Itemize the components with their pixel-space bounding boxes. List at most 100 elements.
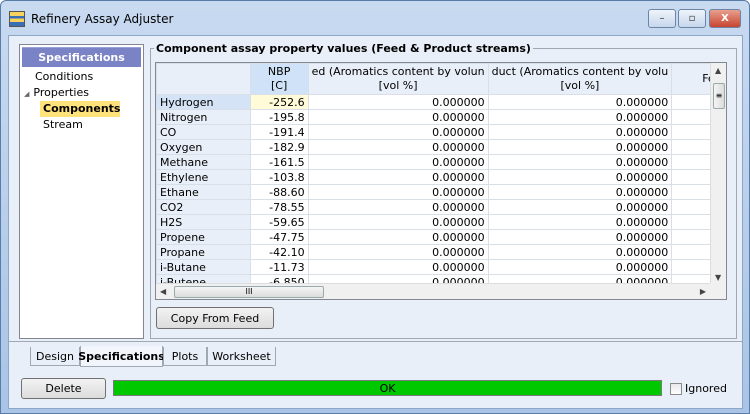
cell-product-aromatics[interactable]: 0.000000	[487, 124, 673, 140]
table-row: Propane -42.10 0.000000 0.000000	[156, 244, 726, 260]
cell-product-aromatics[interactable]: 0.000000	[487, 229, 673, 245]
row-header[interactable]: Methane	[156, 154, 251, 170]
column-name: NBP	[267, 65, 291, 78]
row-header[interactable]: CO	[156, 124, 251, 140]
tab-design[interactable]: Design	[30, 347, 80, 366]
cell-nbp[interactable]: -182.9	[249, 139, 309, 155]
expander-icon[interactable]: ◢	[24, 90, 29, 98]
table-row: CO -191.4 0.000000 0.000000	[156, 124, 726, 140]
column-name: ed (Aromatics content by volun	[311, 65, 485, 78]
cell-product-aromatics[interactable]: 0.000000	[487, 94, 673, 110]
cell-feed-aromatics[interactable]: 0.000000	[307, 109, 489, 125]
cell-feed-aromatics[interactable]: 0.000000	[307, 139, 489, 155]
scroll-up-icon[interactable]: ▲	[715, 66, 721, 75]
cell-feed-aromatics[interactable]: 0.000000	[307, 94, 489, 110]
cell-nbp[interactable]: -252.6	[249, 94, 309, 110]
cell-feed-aromatics[interactable]: 0.000000	[307, 154, 489, 170]
window-body: Specifications Conditions ◢ Properties Co…	[8, 35, 743, 409]
row-header[interactable]: Hydrogen	[156, 94, 251, 110]
cell-nbp[interactable]: -59.65	[249, 214, 309, 230]
tree-item-label: Properties	[33, 86, 89, 99]
maximize-button[interactable]: ▫	[678, 9, 706, 28]
cell-feed-aromatics[interactable]: 0.000000	[307, 244, 489, 260]
row-header[interactable]: Propane	[156, 244, 251, 260]
copy-from-feed-button[interactable]: Copy From Feed	[156, 307, 274, 329]
table-row: H2S -59.65 0.000000 0.000000	[156, 214, 726, 230]
row-header[interactable]: H2S	[156, 214, 251, 230]
cell-feed-aromatics[interactable]: 0.000000	[307, 199, 489, 215]
row-header[interactable]: Ethylene	[156, 169, 251, 185]
assay-table: NBP [C] ed (Aromatics content by volun [vo…	[156, 63, 726, 290]
cell-nbp[interactable]: -161.5	[249, 154, 309, 170]
row-header[interactable]: CO2	[156, 199, 251, 215]
app-window: Refinery Assay Adjuster – ▫ X Specificat…	[0, 0, 750, 414]
ignored-label: Ignored	[685, 382, 727, 395]
scroll-down-icon[interactable]: ▼	[715, 273, 721, 282]
tree-item-stream[interactable]: Stream	[20, 117, 143, 133]
cell-feed-aromatics[interactable]: 0.000000	[307, 214, 489, 230]
cell-nbp[interactable]: -11.73	[249, 259, 309, 275]
table-row: Ethylene -103.8 0.000000 0.000000	[156, 169, 726, 185]
scroll-left-icon[interactable]: ◀	[160, 287, 166, 296]
checkbox-icon[interactable]	[670, 382, 682, 395]
scroll-thumb-horizontal[interactable]: III	[174, 286, 324, 298]
column-header-feed-aromatics[interactable]: ed (Aromatics content by volun [vol %]	[307, 63, 489, 95]
column-unit: [vol %]	[378, 79, 418, 92]
cell-feed-aromatics[interactable]: 0.000000	[307, 184, 489, 200]
cell-nbp[interactable]: -191.4	[249, 124, 309, 140]
cell-product-aromatics[interactable]: 0.000000	[487, 184, 673, 200]
tab-worksheet[interactable]: Worksheet	[207, 347, 276, 366]
title-bar: Refinery Assay Adjuster	[9, 9, 173, 29]
column-header-nbp[interactable]: NBP [C]	[249, 63, 309, 95]
cell-feed-aromatics[interactable]: 0.000000	[307, 124, 489, 140]
column-header-product-aromatics[interactable]: duct (Aromatics content by volu [vol %]	[487, 63, 673, 95]
cell-feed-aromatics[interactable]: 0.000000	[307, 259, 489, 275]
window-title: Refinery Assay Adjuster	[31, 12, 174, 26]
close-button[interactable]: X	[709, 9, 741, 28]
tree-item-components[interactable]: Components	[40, 101, 120, 117]
cell-product-aromatics[interactable]: 0.000000	[487, 169, 673, 185]
row-header[interactable]: Oxygen	[156, 139, 251, 155]
row-header[interactable]: Propene	[156, 229, 251, 245]
cell-product-aromatics[interactable]: 0.000000	[487, 244, 673, 260]
table-row: Methane -161.5 0.000000 0.000000	[156, 154, 726, 170]
horizontal-scrollbar[interactable]: ◀ III ▶	[156, 283, 712, 299]
cell-nbp[interactable]: -78.55	[249, 199, 309, 215]
cell-product-aromatics[interactable]: 0.000000	[487, 259, 673, 275]
cell-product-aromatics[interactable]: 0.000000	[487, 109, 673, 125]
scroll-thumb-vertical[interactable]: ≡	[713, 83, 725, 109]
cell-product-aromatics[interactable]: 0.000000	[487, 154, 673, 170]
cell-product-aromatics[interactable]: 0.000000	[487, 139, 673, 155]
group-label: Component assay property values (Feed & …	[154, 42, 533, 55]
table-row: Ethane -88.60 0.000000 0.000000	[156, 184, 726, 200]
cell-product-aromatics[interactable]: 0.000000	[487, 199, 673, 215]
tree-item-properties[interactable]: ◢ Properties	[20, 85, 143, 101]
cell-nbp[interactable]: -88.60	[249, 184, 309, 200]
row-header[interactable]: Nitrogen	[156, 109, 251, 125]
corner-header	[156, 63, 251, 95]
delete-button[interactable]: Delete	[21, 378, 106, 399]
ignored-checkbox[interactable]: Ignored	[670, 382, 727, 395]
cell-nbp[interactable]: -42.10	[249, 244, 309, 260]
tab-specifications[interactable]: Specifications	[78, 346, 165, 367]
tree-header[interactable]: Specifications	[22, 47, 141, 67]
vertical-scrollbar[interactable]: ▲ ≡ ▼	[710, 63, 726, 285]
row-header[interactable]: Ethane	[156, 184, 251, 200]
cell-product-aromatics[interactable]: 0.000000	[487, 214, 673, 230]
tab-plots[interactable]: Plots	[163, 347, 207, 366]
app-icon	[9, 11, 25, 27]
assay-grid[interactable]: NBP [C] ed (Aromatics content by volun [vo…	[155, 62, 727, 300]
scroll-right-icon[interactable]: ▶	[700, 287, 706, 296]
tree-item-conditions[interactable]: Conditions	[20, 69, 143, 85]
cell-feed-aromatics[interactable]: 0.000000	[307, 229, 489, 245]
tab-bar: Design Specifications Plots Worksheet	[9, 341, 742, 367]
minimize-button[interactable]: –	[648, 9, 676, 28]
row-header[interactable]: i-Butane	[156, 259, 251, 275]
cell-nbp[interactable]: -103.8	[249, 169, 309, 185]
scroll-corner	[710, 283, 726, 299]
cell-nbp[interactable]: -47.75	[249, 229, 309, 245]
cell-feed-aromatics[interactable]: 0.000000	[307, 169, 489, 185]
navigation-tree: Specifications Conditions ◢ Properties Co…	[19, 44, 144, 339]
cell-nbp[interactable]: -195.8	[249, 109, 309, 125]
table-row: i-Butane -11.73 0.000000 0.000000	[156, 259, 726, 275]
